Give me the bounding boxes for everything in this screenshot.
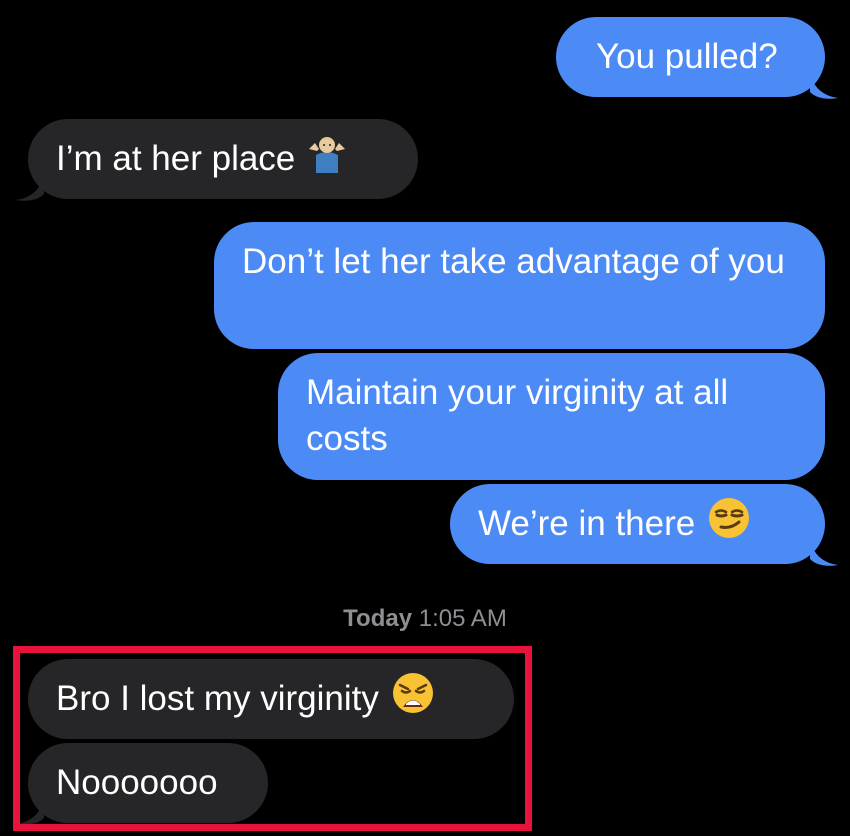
bubble-tail-icon bbox=[810, 70, 838, 99]
message-text: Maintain your virginity at all costs bbox=[306, 373, 729, 458]
highlight-box bbox=[13, 646, 532, 831]
message-text: We’re in there bbox=[478, 504, 696, 543]
outgoing-message-bubble[interactable]: Maintain your virginity at all costs bbox=[278, 353, 825, 480]
timestamp-day: Today bbox=[343, 605, 413, 632]
message-text: I’m at her place bbox=[56, 139, 296, 178]
timestamp-time: 1:05 AM bbox=[418, 605, 507, 632]
person-shrugging-icon bbox=[307, 133, 347, 185]
outgoing-message-bubble[interactable]: Don’t let her take advantage of you bbox=[214, 222, 825, 349]
bubble-tail-icon bbox=[16, 172, 44, 201]
message-text: You pulled? bbox=[596, 37, 778, 76]
bubble-tail-icon bbox=[810, 537, 838, 566]
outgoing-message-bubble[interactable]: We’re in there bbox=[450, 484, 825, 564]
message-timestamp: Today 1:05 AM bbox=[0, 605, 850, 633]
smirking-face-icon bbox=[707, 496, 751, 552]
message-text: Don’t let her take advantage of you bbox=[242, 242, 785, 281]
outgoing-message-bubble[interactable]: You pulled? bbox=[556, 17, 825, 97]
incoming-message-bubble[interactable]: I’m at her place bbox=[28, 119, 418, 199]
